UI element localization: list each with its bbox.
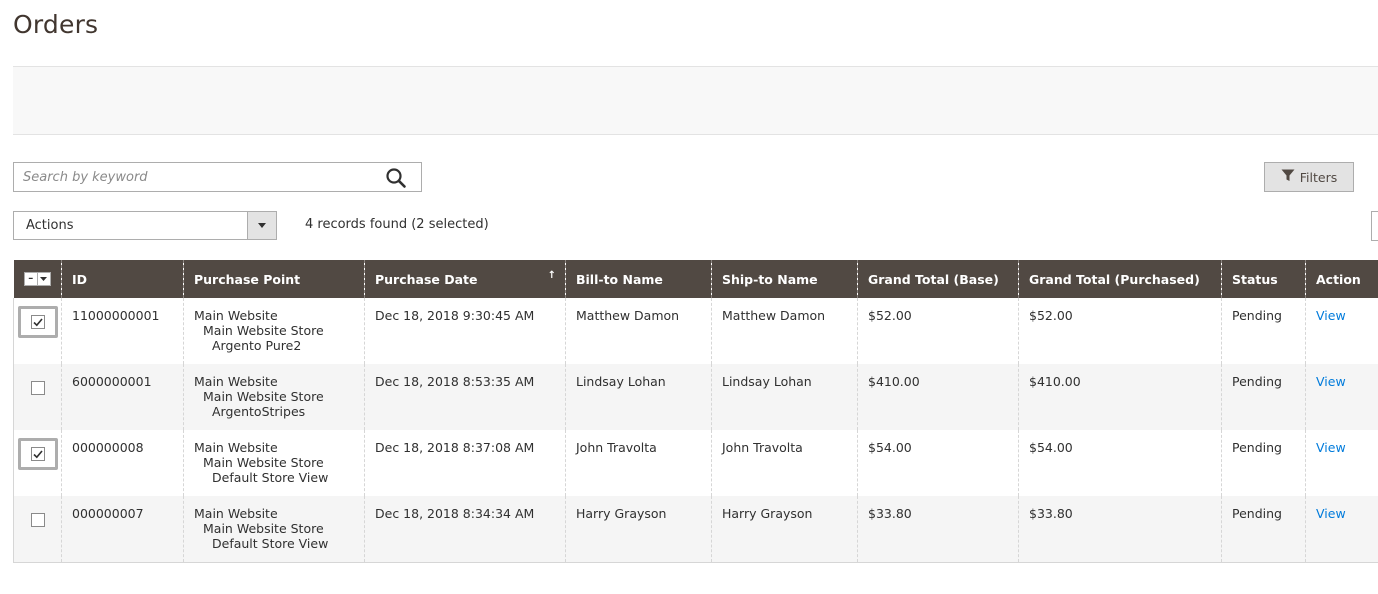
chevron-down-icon — [247, 212, 276, 239]
cell-ship-to-name: Harry Grayson — [711, 496, 858, 563]
cell-id: 6000000001 — [61, 364, 184, 430]
column-header-purchase-point[interactable]: Purchase Point — [183, 260, 365, 298]
cell-grand-total-base: $410.00 — [857, 364, 1019, 430]
minus-icon: – — [28, 273, 34, 284]
purchase-point-store: Main Website Store — [203, 521, 324, 536]
cell-id: 11000000001 — [61, 298, 184, 364]
column-header-ship-to-name[interactable]: Ship-to Name — [711, 260, 858, 298]
row-checkbox[interactable] — [30, 447, 45, 461]
sort-ascending-icon: ↑ — [547, 270, 556, 281]
records-count: 4 records found (2 selected) — [305, 217, 489, 232]
page-title: Orders — [13, 10, 99, 39]
actions-label: Actions — [26, 218, 74, 233]
view-link[interactable]: View — [1316, 374, 1346, 389]
search-box — [13, 162, 422, 192]
row-checkbox[interactable] — [30, 381, 45, 395]
purchase-point-view: Default Store View — [212, 470, 329, 485]
cell-status: Pending — [1221, 496, 1306, 563]
toolbar-control-partial[interactable] — [1371, 211, 1378, 241]
cell-status: Pending — [1221, 430, 1306, 496]
column-header-bill-to-name[interactable]: Bill-to Name — [565, 260, 712, 298]
cell-action: View — [1305, 496, 1378, 563]
cell-grand-total-base: $33.80 — [857, 496, 1019, 563]
column-header-purchase-date[interactable]: Purchase Date ↑ — [364, 260, 566, 298]
column-header-grand-total-purchased[interactable]: Grand Total (Purchased) — [1018, 260, 1222, 298]
orders-grid: – ID Purchase Point Purchase Date ↑ Bill… — [13, 260, 1378, 563]
cell-action: View — [1305, 430, 1378, 496]
cell-status: Pending — [1221, 364, 1306, 430]
actions-dropdown[interactable]: Actions — [13, 211, 277, 240]
message-area — [13, 66, 1378, 135]
view-link[interactable]: View — [1316, 440, 1346, 455]
cell-purchase-point: Main Website Main Website Store Default … — [183, 496, 365, 563]
cell-bill-to-name: John Travolta — [565, 430, 712, 496]
purchase-point-store: Main Website Store — [203, 455, 324, 470]
purchase-point-website: Main Website — [194, 374, 278, 389]
filters-button[interactable]: Filters — [1264, 162, 1354, 192]
purchase-point-website: Main Website — [194, 506, 278, 521]
cell-action: View — [1305, 364, 1378, 430]
cell-bill-to-name: Lindsay Lohan — [565, 364, 712, 430]
table-row: 11000000001 Main Website Main Website St… — [13, 298, 1378, 364]
row-checkbox[interactable] — [30, 513, 45, 527]
filter-icon — [1281, 169, 1295, 185]
purchase-point-view: Default Store View — [212, 536, 329, 551]
search-input[interactable] — [14, 163, 374, 191]
table-row: 000000007 Main Website Main Website Stor… — [13, 496, 1378, 563]
search-icon[interactable] — [385, 167, 407, 189]
column-header-status[interactable]: Status — [1221, 260, 1306, 298]
purchase-point-view: Argento Pure2 — [212, 338, 302, 353]
cell-id: 000000007 — [61, 496, 184, 563]
cell-grand-total-purchased: $54.00 — [1018, 430, 1222, 496]
view-link[interactable]: View — [1316, 506, 1346, 521]
cell-ship-to-name: Matthew Damon — [711, 298, 858, 364]
purchase-point-website: Main Website — [194, 440, 278, 455]
cell-ship-to-name: Lindsay Lohan — [711, 364, 858, 430]
cell-grand-total-base: $54.00 — [857, 430, 1019, 496]
cell-bill-to-name: Matthew Damon — [565, 298, 712, 364]
cell-grand-total-purchased: $410.00 — [1018, 364, 1222, 430]
cell-grand-total-base: $52.00 — [857, 298, 1019, 364]
chevron-down-icon — [36, 273, 50, 285]
mass-select-control[interactable]: – — [23, 272, 51, 286]
cell-bill-to-name: Harry Grayson — [565, 496, 712, 563]
filters-label: Filters — [1299, 169, 1338, 185]
table-row: 6000000001 Main Website Main Website Sto… — [13, 364, 1378, 430]
cell-status: Pending — [1221, 298, 1306, 364]
cell-purchase-point: Main Website Main Website Store ArgentoS… — [183, 364, 365, 430]
cell-id: 000000008 — [61, 430, 184, 496]
cell-grand-total-purchased: $52.00 — [1018, 298, 1222, 364]
column-header-action: Action — [1305, 260, 1378, 298]
cell-purchase-date: Dec 18, 2018 8:53:35 AM — [364, 364, 566, 430]
cell-purchase-point: Main Website Main Website Store Argento … — [183, 298, 365, 364]
cell-purchase-point: Main Website Main Website Store Default … — [183, 430, 365, 496]
column-header-label: Purchase Date — [375, 271, 478, 287]
row-checkbox[interactable] — [30, 315, 45, 329]
purchase-point-store: Main Website Store — [203, 323, 324, 338]
grid-header-row: – ID Purchase Point Purchase Date ↑ Bill… — [13, 260, 1378, 298]
cell-ship-to-name: John Travolta — [711, 430, 858, 496]
mass-select-header[interactable]: – — [13, 260, 62, 298]
cell-purchase-date: Dec 18, 2018 8:34:34 AM — [364, 496, 566, 563]
cell-purchase-date: Dec 18, 2018 9:30:45 AM — [364, 298, 566, 364]
column-header-id[interactable]: ID — [61, 260, 184, 298]
table-row: 000000008 Main Website Main Website Stor… — [13, 430, 1378, 496]
cell-purchase-date: Dec 18, 2018 8:37:08 AM — [364, 430, 566, 496]
view-link[interactable]: View — [1316, 308, 1346, 323]
purchase-point-website: Main Website — [194, 308, 278, 323]
purchase-point-store: Main Website Store — [203, 389, 324, 404]
purchase-point-view: ArgentoStripes — [212, 404, 306, 419]
column-header-grand-total-base[interactable]: Grand Total (Base) — [857, 260, 1019, 298]
checkbox-focus-ring — [17, 438, 58, 470]
cell-action: View — [1305, 298, 1378, 364]
cell-grand-total-purchased: $33.80 — [1018, 496, 1222, 563]
checkbox-focus-ring — [17, 306, 58, 338]
